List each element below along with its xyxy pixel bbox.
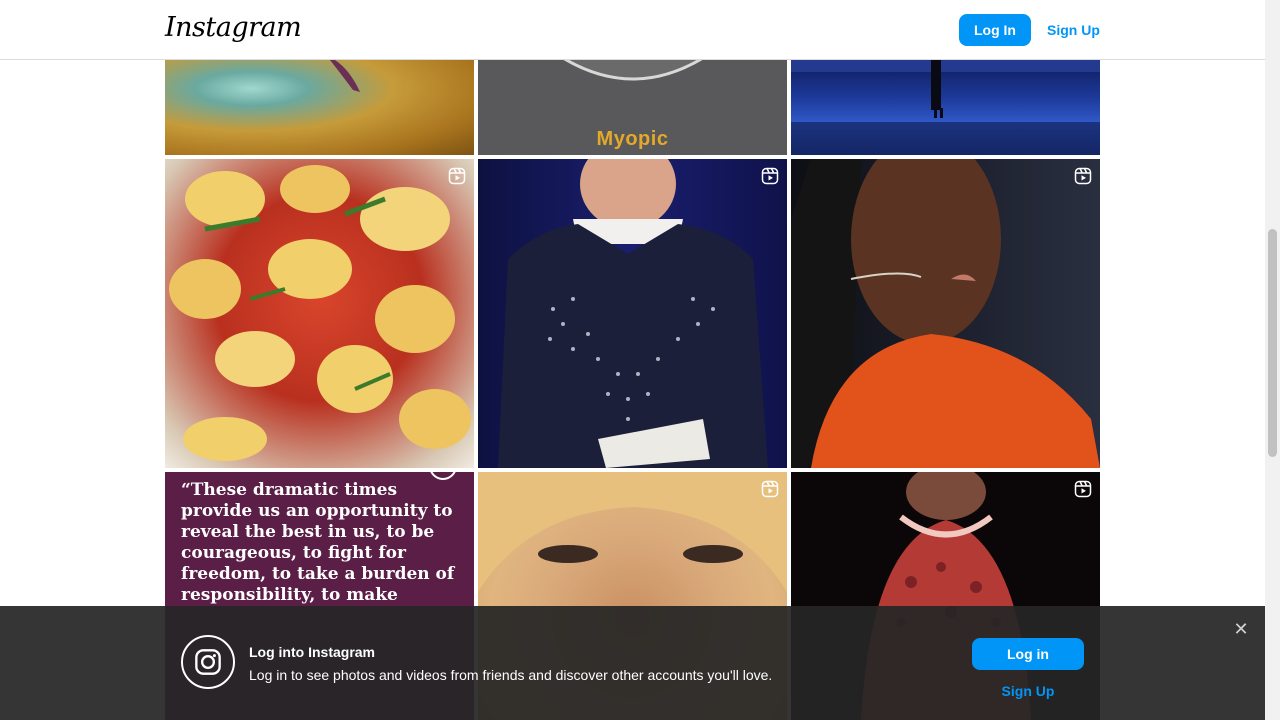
- reel-icon: [761, 480, 779, 498]
- myopic-label: Myopic: [596, 128, 669, 150]
- banner-signup-button[interactable]: Sign Up: [972, 680, 1084, 702]
- top-nav: Instagram Log In Sign Up: [0, 0, 1265, 60]
- reel-icon: [1074, 167, 1092, 185]
- instagram-logo[interactable]: Instagram: [165, 12, 302, 43]
- close-icon[interactable]: ✕: [1232, 620, 1250, 638]
- post-tile[interactable]: [791, 60, 1100, 155]
- banner-title: Log into Instagram: [249, 644, 375, 660]
- post-tile-speaker-sweater[interactable]: [478, 159, 787, 468]
- banner-description: Log in to see photos and videos from fri…: [249, 667, 773, 683]
- banner-login-button[interactable]: Log in: [972, 638, 1084, 670]
- post-tile-pasta[interactable]: [165, 159, 474, 468]
- post-tile-speaker-orange[interactable]: [791, 159, 1100, 468]
- reel-icon: [1074, 480, 1092, 498]
- quote-text: “These dramatic times provide us an oppo…: [181, 480, 455, 605]
- signup-button[interactable]: Sign Up: [1040, 14, 1107, 46]
- reel-icon: [761, 167, 779, 185]
- post-tile[interactable]: [165, 60, 474, 155]
- post-tile[interactable]: Myopic: [478, 60, 787, 155]
- login-banner: Log into Instagram Log in to see photos …: [0, 606, 1265, 720]
- login-button[interactable]: Log In: [959, 14, 1031, 46]
- scrollbar-thumb[interactable]: [1268, 229, 1277, 457]
- reel-icon: [448, 167, 466, 185]
- instagram-icon: [181, 635, 235, 689]
